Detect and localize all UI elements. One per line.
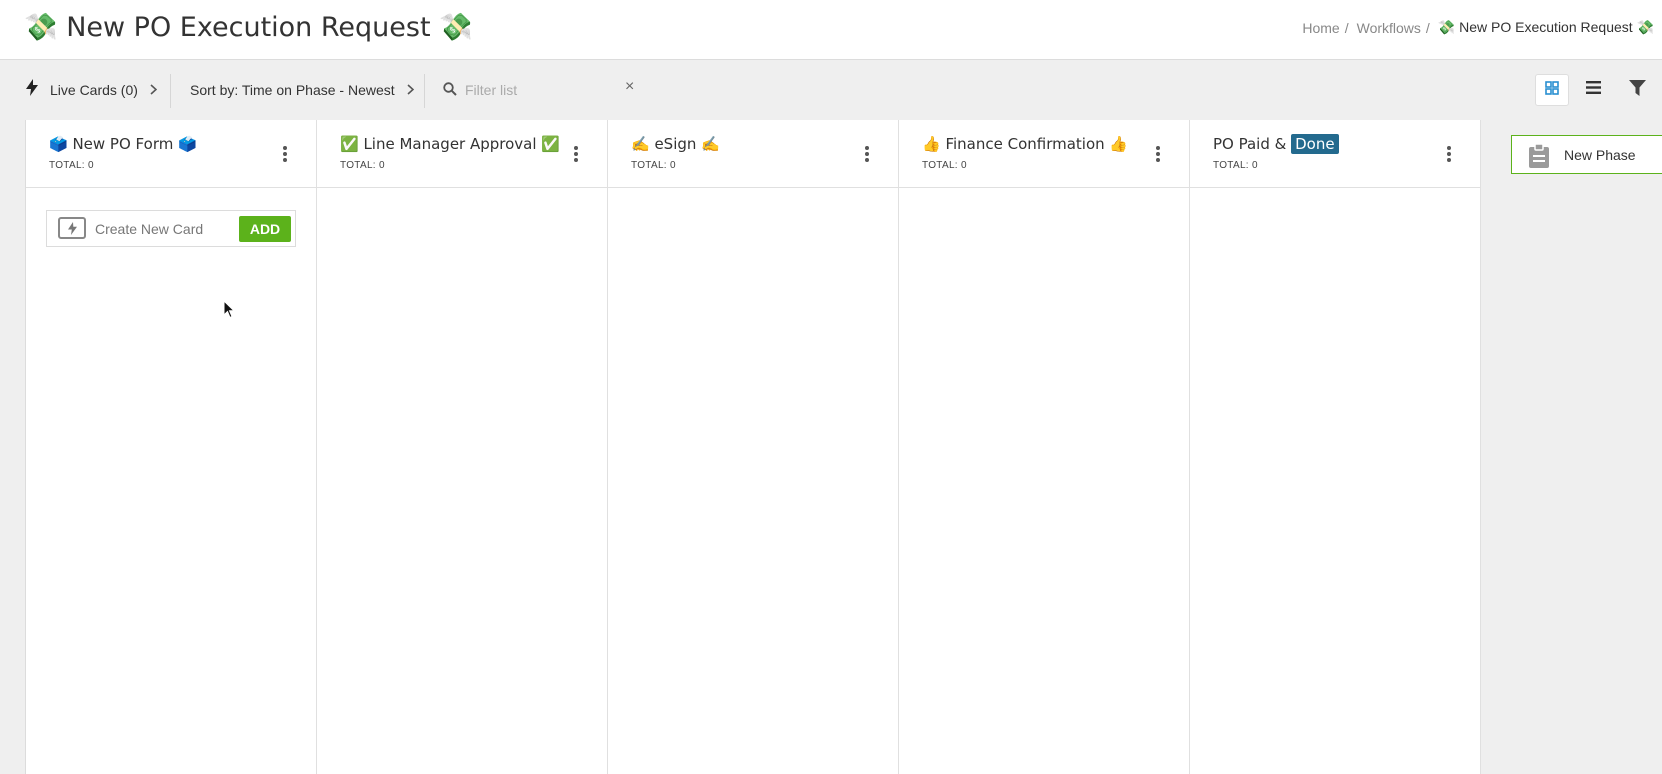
create-card-form: ADD [46,210,296,247]
filter-icon [1628,79,1646,101]
toolbar: Live Cards (0) Sort by: Time on Phase - … [0,60,1662,120]
phase-total: TOTAL: 0 [922,160,967,171]
phase-total: TOTAL: 0 [1213,160,1258,171]
phase-title-highlight: Done [1291,134,1339,154]
breadcrumb: Home / Workflows / 💸 New PO Execution Re… [1302,19,1654,36]
page-title: 💸 New PO Execution Request 💸 [24,12,473,43]
phase-title: ✅ Line Manager Approval ✅ [340,135,560,153]
breadcrumb-workflows[interactable]: Workflows [1357,20,1421,36]
toolbar-divider [170,74,171,108]
new-phase-label: New Phase [1564,147,1636,163]
clipboard-icon [1529,143,1549,173]
phase-title: 🗳️ New PO Form 🗳️ [49,135,197,153]
phase-title: ✍️ eSign ✍️ [631,135,720,153]
chevron-right-icon [150,82,158,98]
phase-title-prefix: PO Paid & [1213,135,1292,153]
sort-button[interactable]: Sort by: Time on Phase - Newest [190,60,414,120]
new-phase-button[interactable]: New Phase [1511,135,1662,174]
phase-header: ✍️ eSign ✍️ TOTAL: 0 [608,120,898,188]
breadcrumb-home[interactable]: Home [1302,20,1339,36]
search-icon [443,82,457,96]
phase-header: 👍 Finance Confirmation 👍 TOTAL: 0 [899,120,1189,188]
phase-column: 🗳️ New PO Form 🗳️ TOTAL: 0 ADD [26,120,317,774]
phase-column: 👍 Finance Confirmation 👍 TOTAL: 0 [899,120,1190,774]
grid-view-button[interactable] [1535,74,1569,106]
filter-button[interactable] [1620,74,1654,106]
filter-input[interactable] [465,78,615,102]
sort-label: Sort by: Time on Phase - Newest [190,82,395,98]
grid-view-icon [1545,80,1559,100]
phase-header: PO Paid & Done TOTAL: 0 [1190,120,1480,188]
create-card-input[interactable] [95,218,235,240]
close-icon[interactable]: × [625,78,634,96]
phase-column: PO Paid & Done TOTAL: 0 [1190,120,1481,774]
phase-column: ✅ Line Manager Approval ✅ TOTAL: 0 [317,120,608,774]
live-cards-button[interactable]: Live Cards (0) [26,60,158,120]
phase-total: TOTAL: 0 [340,160,385,171]
kebab-menu-icon[interactable] [864,146,870,164]
kebab-menu-icon[interactable] [573,146,579,164]
phase-header: 🗳️ New PO Form 🗳️ TOTAL: 0 [26,120,316,188]
chevron-right-icon [407,82,414,98]
live-cards-label: Live Cards (0) [50,82,138,98]
phase-total: TOTAL: 0 [49,160,94,171]
kebab-menu-icon[interactable] [1155,146,1161,164]
kebab-menu-icon[interactable] [1446,146,1452,164]
mouse-cursor-icon [223,299,236,324]
phase-header: ✅ Line Manager Approval ✅ TOTAL: 0 [317,120,607,188]
kebab-menu-icon[interactable] [282,146,288,164]
breadcrumb-current: 💸 New PO Execution Request 💸 [1437,19,1654,35]
list-view-icon [1585,81,1601,99]
kanban-board: 🗳️ New PO Form 🗳️ TOTAL: 0 ADD ✅ Line Ma… [25,120,1481,774]
phase-title: 👍 Finance Confirmation 👍 [922,135,1129,153]
phase-column: ✍️ eSign ✍️ TOTAL: 0 [608,120,899,774]
bolt-icon [58,217,86,239]
page-header: 💸 New PO Execution Request 💸 Home / Work… [0,0,1662,60]
phase-title: PO Paid & Done [1213,134,1339,154]
phase-total: TOTAL: 0 [631,160,676,171]
bolt-icon [26,79,38,101]
list-view-button[interactable] [1576,74,1610,106]
toolbar-divider [424,74,425,108]
add-card-button[interactable]: ADD [239,216,291,242]
